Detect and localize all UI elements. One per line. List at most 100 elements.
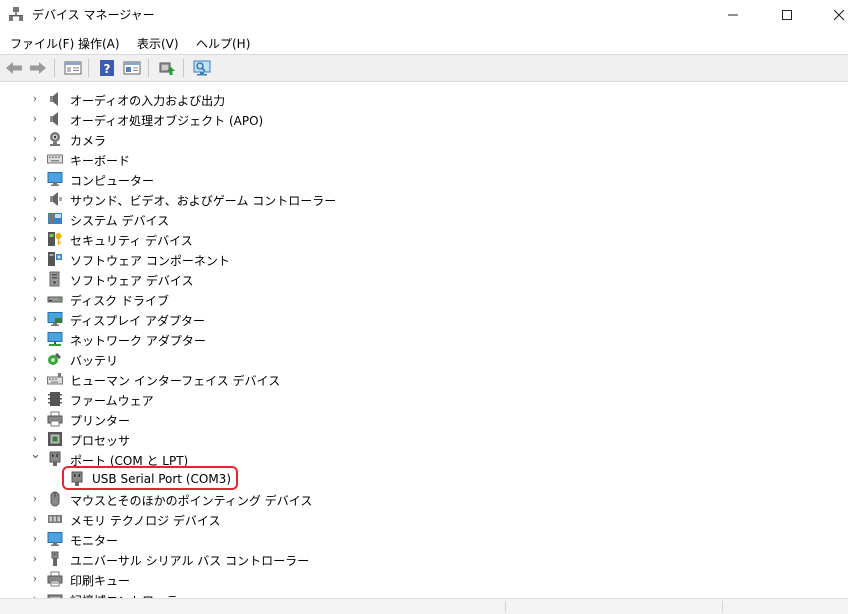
highlight-box [62, 466, 238, 490]
tree-item-label: ファームウェア [70, 394, 154, 408]
forward-button[interactable] [27, 57, 49, 79]
chevron-right-icon[interactable]: › [30, 372, 40, 386]
network-adapter-icon [47, 331, 63, 347]
tree-item-label: システム デバイス [70, 214, 170, 228]
tree-category-item[interactable]: › ファームウェア [0, 389, 848, 409]
battery-icon [47, 351, 63, 367]
tree-item-label: ディスク ドライブ [70, 294, 169, 308]
chevron-right-icon[interactable]: › [30, 172, 40, 186]
update-driver-button[interactable] [156, 57, 178, 79]
chevron-right-icon[interactable]: › [30, 272, 40, 286]
chevron-right-icon[interactable]: › [30, 152, 40, 166]
camera-icon [47, 131, 63, 147]
toolbar-separator [54, 59, 55, 77]
tree-item-label: バッテリ [70, 354, 119, 368]
minimize-icon [728, 14, 738, 16]
tree-category-item[interactable]: › システム デバイス [0, 209, 848, 229]
tree-item-label: 印刷キュー [70, 574, 131, 588]
security-device-icon [47, 231, 63, 247]
forward-icon [30, 62, 46, 74]
chevron-right-icon[interactable]: › [30, 432, 40, 446]
tree-category-item[interactable]: › ディスク ドライブ [0, 289, 848, 309]
tree-category-item[interactable]: › サウンド、ビデオ、およびゲーム コントローラー [0, 189, 848, 209]
chevron-right-icon[interactable]: › [30, 132, 40, 146]
speaker-icon [47, 91, 63, 107]
close-button[interactable] [816, 0, 848, 30]
tree-item-label: コンピューター [70, 174, 155, 188]
display-adapter-icon [47, 311, 63, 327]
tree-item-label: ネットワーク アダプター [70, 334, 206, 348]
tree-item-label: オーディオ処理オブジェクト (APO) [70, 114, 264, 128]
chevron-right-icon[interactable]: › [30, 332, 40, 346]
tree-category-item[interactable]: › セキュリティ デバイス [0, 229, 848, 249]
tree-category-item[interactable]: › プロセッサ [0, 429, 848, 449]
menu-view[interactable]: 表示(V) [137, 35, 179, 52]
back-button[interactable] [3, 57, 25, 79]
device-manager-app-icon [8, 6, 24, 22]
status-divider [505, 601, 506, 612]
tree-category-item[interactable]: › 印刷キュー [0, 569, 848, 589]
chevron-right-icon[interactable]: › [30, 252, 40, 266]
tree-category-item[interactable]: › ヒューマン インターフェイス デバイス [0, 369, 848, 389]
toolbar-separator [183, 59, 184, 77]
tree-category-item[interactable]: › モニター [0, 529, 848, 549]
menu-action[interactable]: 操作(A) [78, 35, 120, 52]
disk-drive-icon [47, 291, 63, 307]
tree-category-item[interactable]: › ディスプレイ アダプター [0, 309, 848, 329]
menu-file[interactable]: ファイル(F) [10, 35, 74, 52]
close-icon [833, 9, 845, 21]
chevron-right-icon[interactable]: › [30, 412, 40, 426]
menu-help[interactable]: ヘルプ(H) [196, 35, 250, 52]
help-button[interactable]: ? [96, 57, 118, 79]
chevron-right-icon[interactable]: › [30, 552, 40, 566]
tree-category-item[interactable]: › ネットワーク アダプター [0, 329, 848, 349]
tree-category-item[interactable]: › ソフトウェア コンポーネント [0, 249, 848, 269]
chevron-right-icon[interactable]: › [30, 352, 40, 366]
chevron-right-icon[interactable]: › [30, 532, 40, 546]
tree-item-label: セキュリティ デバイス [70, 234, 193, 248]
tree-category-item[interactable]: › オーディオ処理オブジェクト (APO) [0, 109, 848, 129]
chevron-right-icon[interactable]: › [30, 212, 40, 226]
tree-item-label: プリンター [70, 414, 131, 428]
tree-category-item[interactable]: › ユニバーサル シリアル バス コントローラー [0, 549, 848, 569]
maximize-button[interactable] [764, 0, 810, 30]
tree-category-item[interactable]: › プリンター [0, 409, 848, 429]
menu-bar: ファイル(F) 操作(A) 表示(V) ヘルプ(H) [0, 30, 848, 54]
keyboard-icon [47, 151, 63, 167]
chevron-right-icon[interactable]: › [30, 192, 40, 206]
chevron-right-icon[interactable]: › [30, 112, 40, 126]
svg-text:?: ? [104, 62, 111, 76]
tree-category-item[interactable]: › オーディオの入力および出力 [0, 89, 848, 109]
chevron-right-icon[interactable]: › [30, 292, 40, 306]
chevron-right-icon[interactable]: › [30, 312, 40, 326]
printer-icon [47, 411, 63, 427]
tree-item-label: メモリ テクノロジ デバイス [70, 514, 221, 528]
chevron-right-icon[interactable]: › [30, 512, 40, 526]
help-icon: ? [100, 60, 114, 76]
tree-category-item[interactable]: › メモリ テクノロジ デバイス [0, 509, 848, 529]
update-driver-icon [159, 62, 175, 75]
port-icon [47, 451, 63, 467]
chevron-right-icon[interactable]: › [30, 572, 40, 586]
chevron-right-icon[interactable]: › [30, 392, 40, 406]
tree-category-item[interactable]: › マウスとそのほかのポインティング デバイス [0, 489, 848, 509]
tree-item-label: ヒューマン インターフェイス デバイス [70, 374, 281, 388]
back-icon [6, 62, 22, 74]
title-bar: デバイス マネージャー [0, 0, 848, 30]
tree-category-item[interactable]: › ソフトウェア デバイス [0, 269, 848, 289]
minimize-button[interactable] [710, 0, 756, 30]
console-tree-button[interactable] [121, 57, 143, 79]
tree-category-item[interactable]: › キーボード [0, 149, 848, 169]
properties-pane-button[interactable] [62, 57, 84, 79]
chevron-right-icon[interactable]: › [30, 92, 40, 106]
toolbar: ? [0, 55, 848, 81]
chevron-down-icon[interactable]: ⌄ [30, 448, 41, 462]
monitor-icon [47, 531, 63, 547]
tree-category-item[interactable]: › バッテリ [0, 349, 848, 369]
tree-category-item[interactable]: › コンピューター [0, 169, 848, 189]
scan-hardware-button[interactable] [191, 57, 213, 79]
chevron-right-icon[interactable]: › [30, 232, 40, 246]
tree-category-item[interactable]: › カメラ [0, 129, 848, 149]
chevron-right-icon[interactable]: › [30, 492, 40, 506]
tree-category-item[interactable]: ›記憶域コントローラー [0, 589, 848, 598]
